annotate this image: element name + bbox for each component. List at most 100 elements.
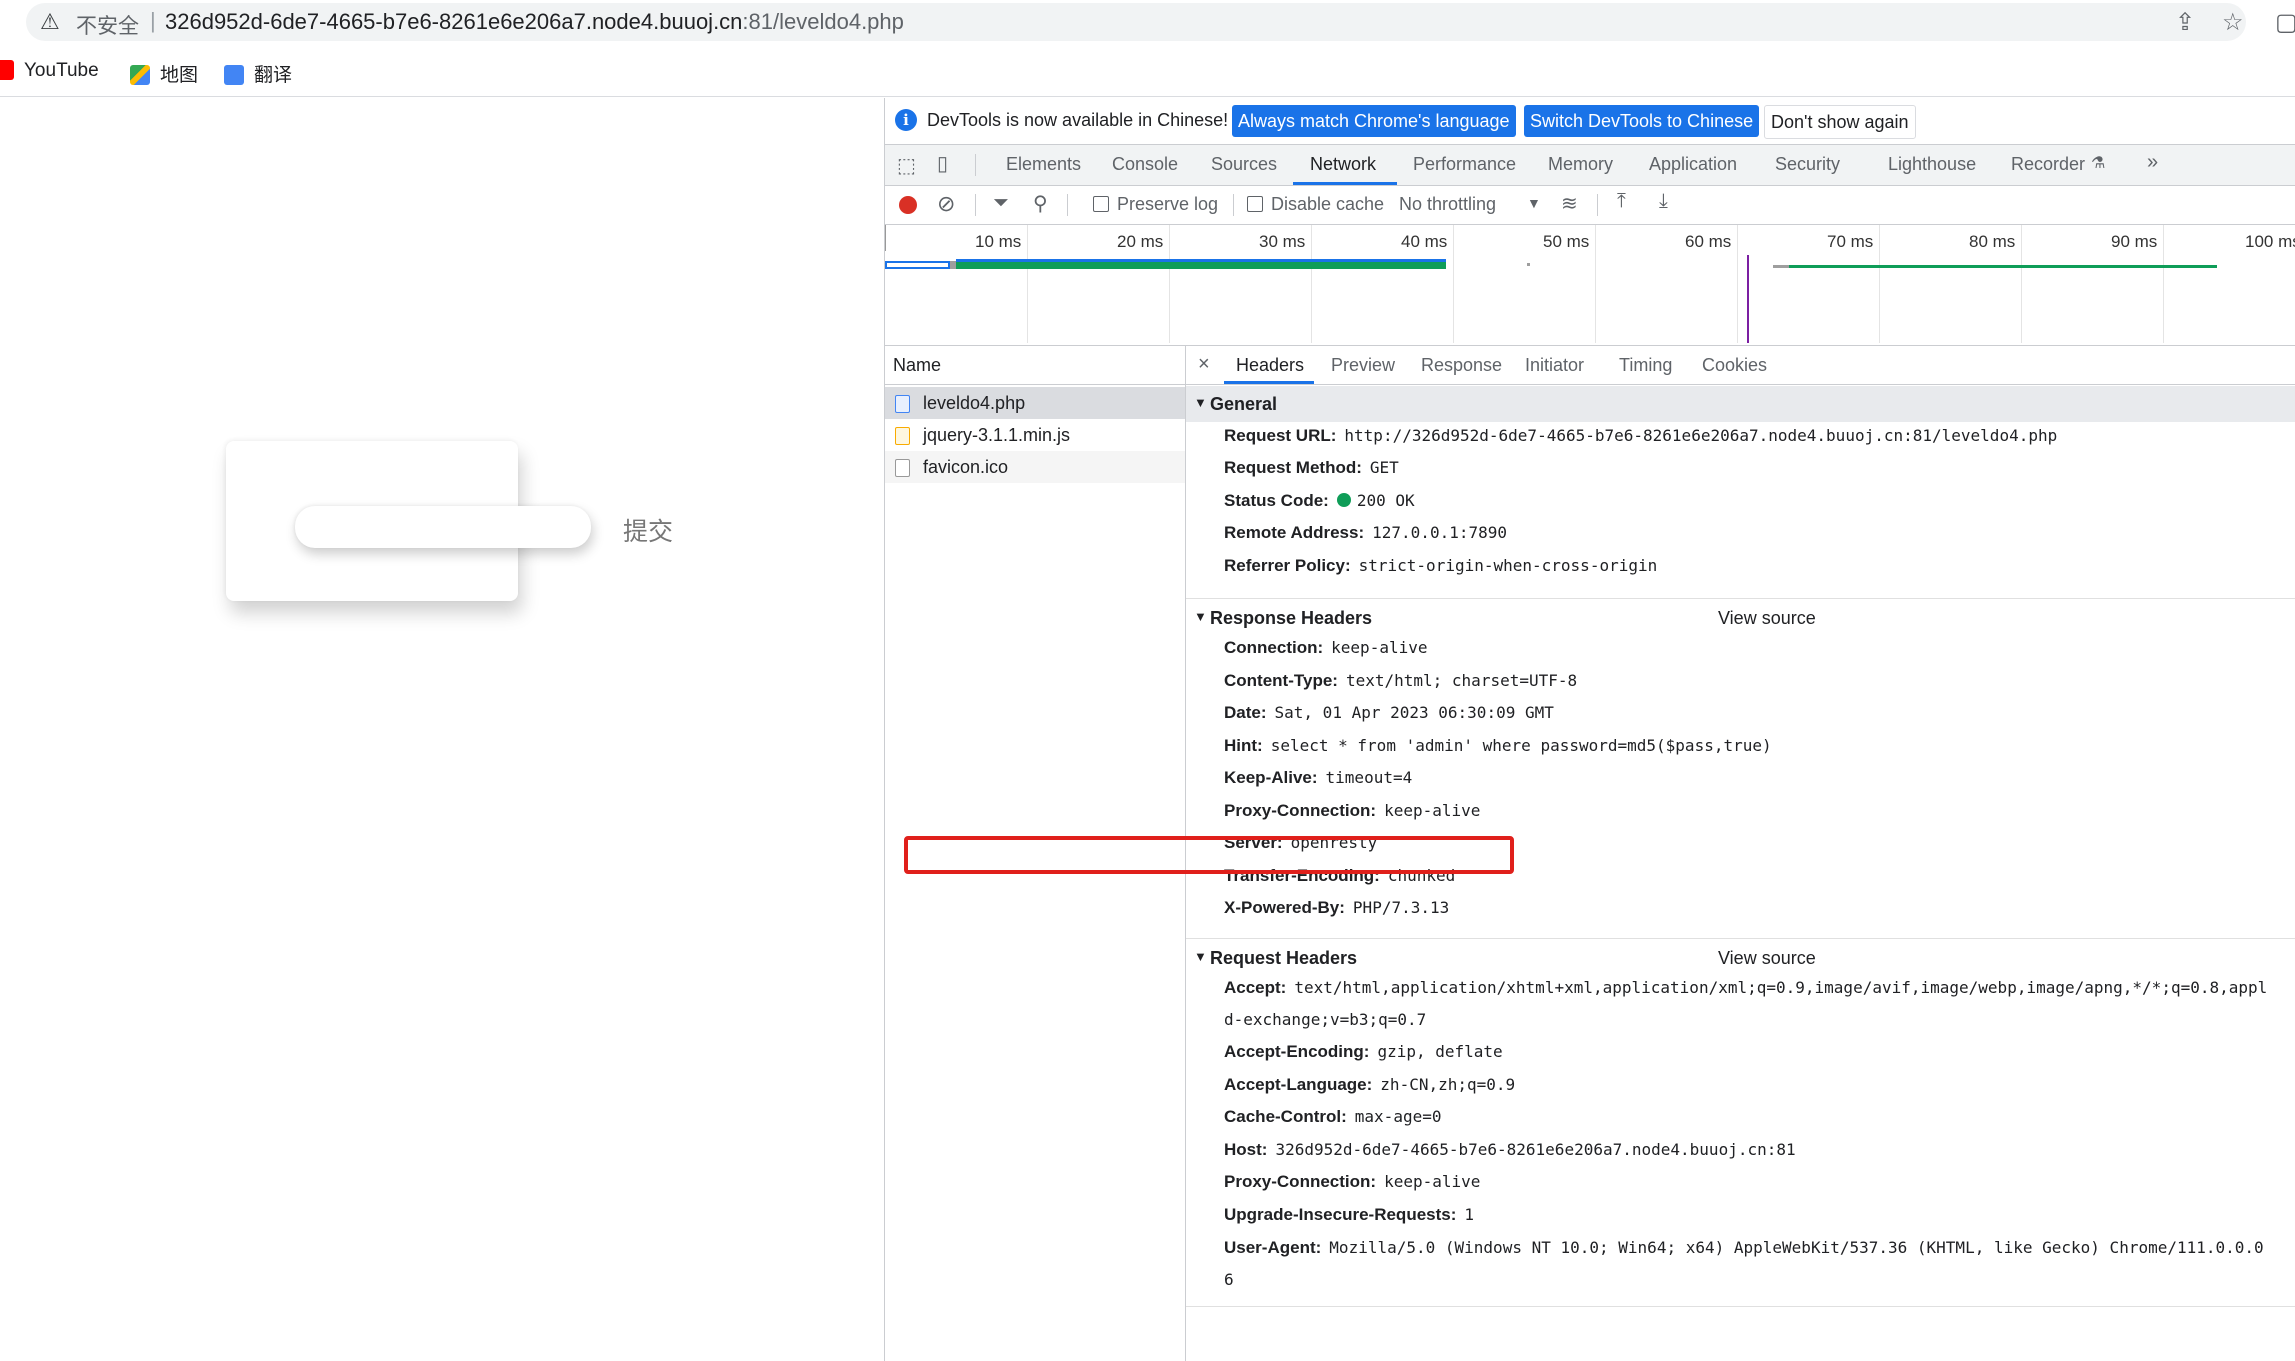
search-icon[interactable]: ⚲ — [1033, 191, 1048, 216]
header-value: keep-alive — [1331, 638, 1428, 657]
filter-icon[interactable]: ⏷ — [993, 192, 1009, 215]
request-row[interactable]: favicon.ico — [885, 451, 1185, 483]
device-toolbar-icon[interactable]: ▯ — [937, 151, 948, 176]
disable-cache-checkbox[interactable]: Disable cache — [1247, 194, 1384, 215]
clear-icon[interactable]: ⊘ — [937, 191, 955, 217]
tab-elements[interactable]: Elements — [1006, 154, 1081, 175]
tab-network[interactable]: Network — [1310, 154, 1376, 175]
disable-cache-label: Disable cache — [1271, 194, 1385, 214]
header-row: Accept: text/html,application/xhtml+xml,a… — [1224, 978, 2267, 998]
preserve-log-checkbox[interactable]: Preserve log — [1093, 194, 1218, 215]
response-headers-section-header[interactable]: ▼ Response Headers View source — [1186, 600, 2295, 636]
script-icon — [895, 427, 910, 445]
header-value-wrap: d-exchange;v=b3;q=0.7 — [1224, 1010, 1427, 1029]
header-key: User-Agent: — [1224, 1238, 1322, 1257]
header-key: Upgrade-Insecure-Requests: — [1224, 1205, 1457, 1224]
tab-performance[interactable]: Performance — [1413, 154, 1516, 175]
document-icon — [895, 395, 910, 413]
header-row: X-Powered-By: PHP/7.3.13 — [1224, 898, 1449, 918]
import-har-icon[interactable]: ⤒ — [1617, 190, 1626, 213]
tab-application[interactable]: Application — [1649, 154, 1737, 175]
timeline-label: 30 ms — [1259, 232, 1306, 251]
timeline-label: 20 ms — [1117, 232, 1164, 251]
close-icon[interactable]: × — [1198, 353, 1210, 376]
bookmark-label: 地图 — [160, 65, 199, 86]
security-label[interactable]: 不安全 — [76, 10, 139, 40]
bookmark-maps[interactable]: 地图 — [130, 60, 198, 87]
header-key: Request URL: — [1224, 426, 1337, 445]
network-conditions-icon[interactable]: ≋ — [1561, 191, 1578, 216]
request-row[interactable]: leveldo4.php — [885, 387, 1185, 419]
tab-recorder[interactable]: Recorder — [2011, 154, 2085, 175]
gridline — [2021, 225, 2022, 343]
tab-memory[interactable]: Memory — [1548, 154, 1613, 175]
dont-show-again-button[interactable]: Don't show again — [1764, 105, 1916, 139]
header-row: Status Code: 200 OK — [1224, 491, 1415, 511]
tab-response[interactable]: Response — [1421, 355, 1502, 376]
throttling-select[interactable]: No throttling — [1399, 194, 1496, 215]
tab-initiator[interactable]: Initiator — [1525, 355, 1584, 376]
divider — [975, 194, 976, 216]
hint-highlight-box — [904, 836, 1514, 874]
request-headers-section-header[interactable]: ▼ Request Headers View source — [1186, 940, 2295, 976]
header-value: keep-alive — [1384, 801, 1481, 820]
checkbox-icon — [1247, 196, 1263, 212]
record-icon[interactable] — [899, 196, 917, 214]
section-title: General — [1210, 394, 1278, 414]
name-header-label: Name — [893, 355, 942, 375]
waterfall-bar-stalled — [1773, 265, 1789, 268]
tab-sources[interactable]: Sources — [1211, 154, 1277, 175]
submit-button[interactable]: 提交 — [623, 512, 673, 548]
bookmark-youtube[interactable]: YouTube — [0, 60, 99, 82]
header-value: http://326d952d-6de7-4665-b7e6-8261e6e20… — [1344, 426, 2058, 445]
translate-icon — [224, 65, 244, 85]
password-input[interactable] — [295, 506, 591, 548]
gridline — [1737, 225, 1738, 343]
tab-console[interactable]: Console — [1112, 154, 1178, 175]
timeline-label: 10 ms — [975, 232, 1022, 251]
view-source-link[interactable]: View source — [1718, 948, 1816, 969]
tab-headers[interactable]: Headers — [1236, 355, 1304, 376]
bookmark-star-icon[interactable]: ☆ — [2222, 8, 2244, 37]
warning-icon[interactable]: ⚠ — [40, 9, 60, 35]
general-section-header[interactable]: ▼ General — [1186, 386, 2295, 422]
active-tab-indicator — [1224, 381, 1314, 384]
tab-preview[interactable]: Preview — [1331, 355, 1395, 376]
inspect-element-icon[interactable]: ⬚ — [897, 153, 916, 178]
switch-to-chinese-button[interactable]: Switch DevTools to Chinese — [1524, 105, 1760, 137]
header-value: text/html; charset=UTF-8 — [1345, 671, 1578, 690]
tab-security[interactable]: Security — [1775, 154, 1840, 175]
header-key: Proxy-Connection: — [1224, 1172, 1377, 1191]
waterfall-bar-waiting — [956, 259, 1446, 262]
header-row: Proxy-Connection: keep-alive — [1224, 1172, 1480, 1192]
header-row: Accept-Language: zh-CN,zh;q=0.9 — [1224, 1075, 1515, 1095]
header-value: PHP/7.3.13 — [1352, 898, 1450, 917]
status-ok-icon — [1336, 493, 1351, 507]
tab-timing[interactable]: Timing — [1619, 355, 1672, 376]
header-row: Keep-Alive: timeout=4 — [1224, 768, 1412, 788]
network-overview[interactable]: 10 ms 20 ms 30 ms 40 ms 50 ms 60 ms 70 m… — [885, 225, 2295, 346]
bookmark-translate[interactable]: 翻译 — [224, 60, 292, 87]
request-row[interactable]: jquery-3.1.1.min.js — [885, 419, 1185, 451]
export-har-icon[interactable]: ⤓ — [1659, 190, 1668, 213]
header-value: timeout=4 — [1325, 768, 1413, 787]
always-match-language-button[interactable]: Always match Chrome's language — [1232, 105, 1516, 137]
timeline-label: 50 ms — [1543, 232, 1590, 251]
side-panel-icon[interactable]: ▢ — [2275, 8, 2295, 37]
more-tabs-icon[interactable]: » — [2147, 151, 2158, 174]
request-name: favicon.ico — [923, 457, 1009, 477]
tab-cookies[interactable]: Cookies — [1702, 355, 1767, 376]
devtools-tabbar: ⬚ ▯ Elements Console Sources Network Per… — [885, 145, 2295, 186]
url-text[interactable]: 326d952d-6de7-4665-b7e6-8261e6e206a7.nod… — [165, 9, 904, 35]
header-value: strict-origin-when-cross-origin — [1358, 556, 1658, 575]
header-key: Accept-Language: — [1224, 1075, 1373, 1094]
header-key: Content-Type: — [1224, 671, 1338, 690]
name-column-header[interactable]: Name — [885, 346, 1185, 385]
chevron-down-icon[interactable]: ▼ — [1527, 195, 1541, 211]
header-key: Accept: — [1224, 978, 1287, 997]
tab-lighthouse[interactable]: Lighthouse — [1888, 154, 1976, 175]
header-value: 200 OK — [1356, 491, 1415, 510]
address-bar-area: ⚠ 不安全 | 326d952d-6de7-4665-b7e6-8261e6e2… — [0, 0, 2295, 46]
share-icon[interactable]: ⇪ — [2175, 8, 2195, 37]
view-source-link[interactable]: View source — [1718, 608, 1816, 629]
